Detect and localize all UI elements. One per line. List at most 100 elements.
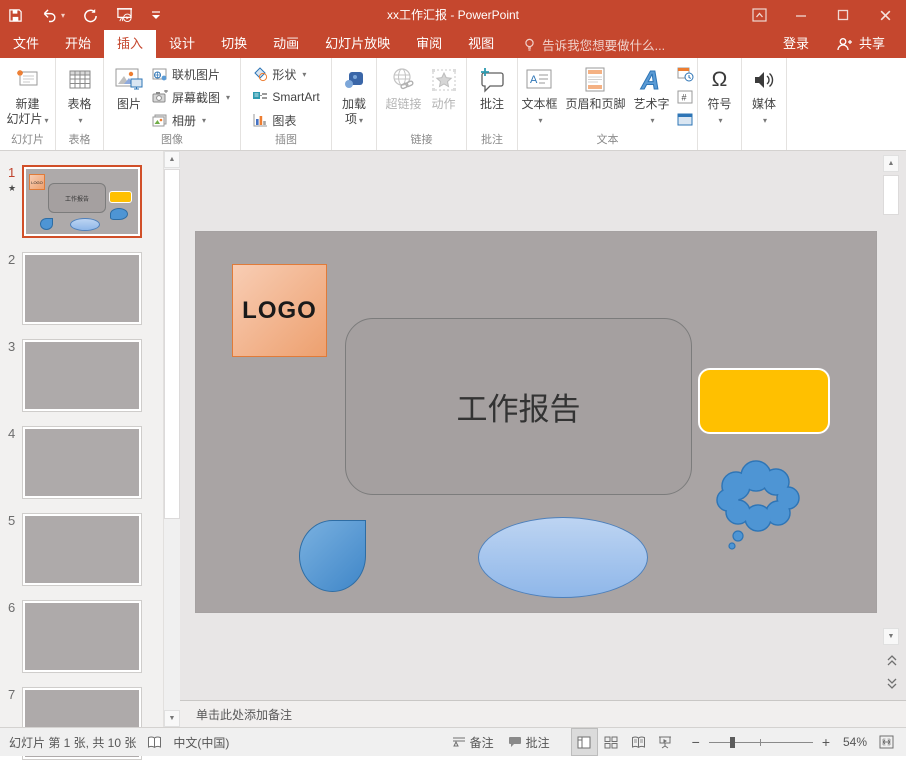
language-button[interactable]: 中文(中国) [166,728,236,756]
share-button[interactable]: 共享 [856,30,898,58]
omega-icon: Ω [712,63,728,97]
slide-thumbnail-5[interactable]: 5 [0,513,163,586]
slide-thumbnail-4[interactable]: 4 [0,426,163,499]
screenshot-icon [152,90,168,104]
scrollbar-thumb[interactable] [883,175,899,215]
slide-3-preview[interactable] [22,339,142,412]
hyperlink-button[interactable]: 超链接 [382,61,424,114]
mini-cloud-shape [110,208,128,220]
title-rounded-rectangle-shape[interactable]: 工作报告 [345,318,692,495]
smartart-button[interactable]: SmartArt [249,86,322,108]
date-time-button[interactable] [675,64,697,84]
next-slide-button[interactable] [884,675,899,691]
tell-me-box[interactable]: 告诉我您想要做什么... [523,30,665,58]
slide-thumbnail-3[interactable]: 3 [0,339,163,412]
slide-show-button[interactable] [652,728,679,756]
slide-4-preview[interactable] [22,426,142,499]
tab-animations[interactable]: 动画 [260,30,312,58]
addins-button[interactable]: 加载 项 [339,61,369,130]
logo-shape[interactable]: LOGO [232,264,327,357]
slide-5-preview[interactable] [22,513,142,586]
tab-design[interactable]: 设计 [156,30,208,58]
slide-thumbnail-2[interactable]: 2 [0,252,163,325]
new-slide-button[interactable]: 新建 幻灯片 [3,61,51,130]
slide-thumbnail-1[interactable]: 1 ★ LOGO 工作报告 [0,165,163,238]
normal-view-button[interactable] [571,728,598,756]
mini-yellow-shape [109,191,132,203]
chart-button[interactable]: 图表 [249,109,322,131]
shapes-icon [252,67,268,82]
slide-canvas[interactable]: LOGO 工作报告 [180,151,906,700]
slide-1-preview[interactable]: LOGO 工作报告 [22,165,142,238]
slide-sorter-icon [604,736,618,749]
screenshot-button[interactable]: 屏幕截图 [149,86,233,108]
minimize-button[interactable] [780,0,822,30]
slide-editing-surface[interactable]: LOGO 工作报告 [196,232,876,612]
table-button[interactable]: 表格 [64,61,96,130]
zoom-slider-handle[interactable] [730,737,735,748]
slide-sorter-view-button[interactable] [598,728,625,756]
table-icon [67,67,93,93]
cloud-callout-shape[interactable] [706,458,806,559]
zoom-out-button[interactable]: − [689,734,703,750]
tab-insert[interactable]: 插入 [104,30,156,58]
online-pictures-icon [152,67,168,82]
scroll-down-button[interactable]: ▼ [883,628,899,645]
zoom-slider[interactable] [709,736,813,748]
tab-transitions[interactable]: 切换 [208,30,260,58]
media-button[interactable]: 媒体 [749,61,779,130]
online-pictures-button[interactable]: 联机图片 [149,63,233,85]
tab-review[interactable]: 审阅 [403,30,455,58]
yellow-rounded-rectangle-shape[interactable] [698,368,830,434]
picture-button[interactable]: 图片 [111,61,147,114]
scrollbar-thumb[interactable] [164,169,180,519]
wordart-button[interactable]: A 艺术字 [631,61,673,130]
group-label-table: 表格 [56,133,103,150]
scroll-up-button[interactable]: ▲ [883,155,899,172]
tab-file[interactable]: 文件 [0,30,52,58]
slide-thumbnail-6[interactable]: 6 [0,600,163,673]
notes-toggle-button[interactable]: 备注 [445,728,501,756]
lightbulb-icon [523,37,536,52]
canvas-vertical-scrollbar[interactable]: ▲ ▼ [883,155,900,695]
ribbon-display-options-icon [752,8,767,22]
slide-6-preview[interactable] [22,600,142,673]
hyperlink-icon [389,66,417,94]
teardrop-shape[interactable] [299,520,366,592]
shapes-button[interactable]: 形状 [249,63,322,85]
ribbon-group-addins: 加载 项 [332,58,377,150]
close-button[interactable] [864,0,906,30]
object-button[interactable] [675,110,697,130]
ellipse-shape[interactable] [478,517,648,598]
tab-view[interactable]: 视图 [455,30,507,58]
textbox-button[interactable]: A 文本框 [518,61,560,130]
close-icon [879,9,892,22]
new-comment-button[interactable]: 批注 [475,61,509,114]
symbol-button[interactable]: Ω 符号 [704,61,734,130]
ribbon-display-options-button[interactable] [738,0,780,30]
workspace: 1 ★ LOGO 工作报告 2 3 [0,151,906,727]
action-button[interactable]: 动作 [427,61,461,114]
scroll-up-button[interactable]: ▲ [164,151,180,168]
cloud-shape-graphic [706,458,806,554]
photo-album-button[interactable]: 相册 [149,109,233,131]
scroll-down-button[interactable]: ▼ [164,710,180,727]
tab-home[interactable]: 开始 [52,30,104,58]
header-footer-button[interactable]: 页眉和页脚 [562,61,628,114]
comments-toggle-button[interactable]: 批注 [501,728,557,756]
previous-slide-button[interactable] [884,652,899,668]
zoom-level[interactable]: 54% [833,735,867,749]
slide-2-preview[interactable] [22,252,142,325]
maximize-button[interactable] [822,0,864,30]
slide-number-button[interactable]: # [675,87,697,107]
thumbnail-panel-scrollbar[interactable]: ▲ ▼ [163,151,180,727]
notes-pane[interactable]: 单击此处添加备注 [180,700,906,727]
slide-counter[interactable]: 幻灯片 第 1 张, 共 10 张 [2,728,143,756]
reading-view-button[interactable] [625,728,652,756]
proofing-button[interactable] [143,728,166,756]
fit-slide-to-window-button[interactable] [873,728,900,756]
tab-slideshow[interactable]: 幻灯片放映 [312,30,403,58]
zoom-in-button[interactable]: + [819,734,833,750]
sign-in-button[interactable]: 登录 [770,30,822,58]
slide-number: 3 [8,339,15,354]
